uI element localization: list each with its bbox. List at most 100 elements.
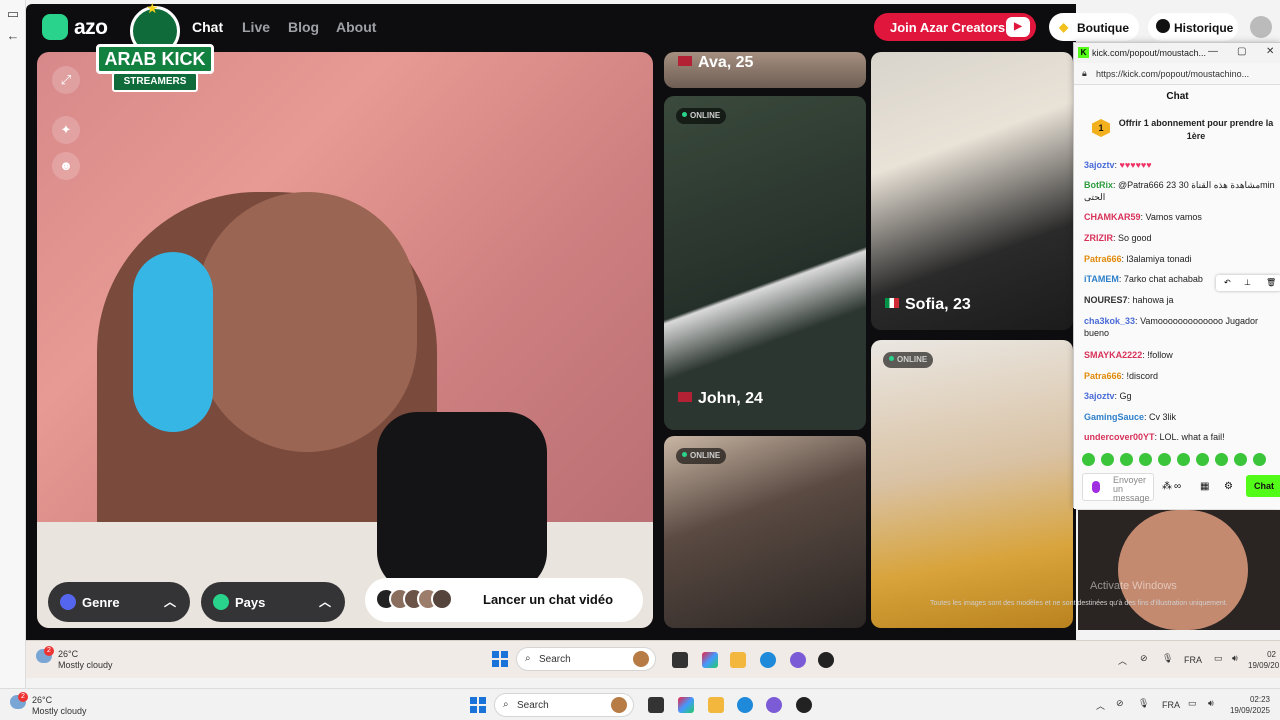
nav-blog[interactable]: Blog — [288, 19, 319, 35]
chat-message[interactable]: Patra666: l3alamiya tonadi — [1084, 253, 1276, 265]
chat-message[interactable]: SMAYKA2222: !follow — [1084, 349, 1276, 361]
chat-username[interactable]: NOURES7 — [1084, 295, 1128, 305]
chat-username[interactable]: iTAMEM — [1084, 274, 1119, 284]
chat-username[interactable]: 3ajoztv — [1084, 391, 1115, 401]
network-off-icon[interactable]: ⊘ — [1116, 698, 1124, 709]
emote-icon[interactable] — [1196, 453, 1209, 466]
network-off-icon[interactable]: ⊘ — [1140, 653, 1148, 664]
mic-icon[interactable] — [1092, 481, 1100, 493]
windows-start-icon[interactable] — [470, 697, 486, 713]
chat-username[interactable]: GamingSauce — [1084, 412, 1144, 422]
country-selector[interactable]: Pays ︿ — [201, 582, 345, 622]
volume-icon[interactable]: 🔊︎ — [1232, 653, 1238, 664]
chat-username[interactable]: ZRIZIR — [1084, 233, 1113, 243]
file-explorer-icon[interactable] — [708, 697, 724, 713]
chat-username[interactable]: 3ajoztv — [1084, 160, 1115, 170]
launch-video-chat-button[interactable]: Lancer un chat vidéo — [365, 578, 643, 622]
chat-message[interactable]: ZRIZIR: So good — [1084, 232, 1276, 244]
kick-address-bar[interactable]: 🔒︎ https://kick.com/popout/moustachino..… — [1074, 63, 1280, 85]
emote-icon[interactable] — [1253, 453, 1266, 466]
tray-chevron-icon[interactable]: ︿ — [1118, 654, 1127, 667]
user-avatar-icon[interactable] — [1250, 16, 1272, 38]
discord-icon[interactable] — [790, 652, 806, 668]
store-icon[interactable]: ▦ — [1200, 481, 1209, 492]
discord-icon[interactable] — [766, 697, 782, 713]
display-icon[interactable]: ▭ — [1188, 698, 1197, 709]
historique-button[interactable]: Historique — [1148, 13, 1238, 41]
chat-username[interactable]: Patra666 — [1084, 254, 1122, 264]
tab-icon[interactable]: ▭ — [5, 6, 21, 22]
share-icon[interactable]: ⁂ — [1162, 481, 1172, 492]
chat-message[interactable]: undercover00YT: LOL. what a fail! — [1084, 431, 1276, 443]
infinity-icon[interactable]: ∞ — [1174, 481, 1181, 492]
minimize-icon[interactable]: — — [1208, 46, 1218, 57]
emote-icon[interactable] — [1120, 453, 1133, 466]
genre-selector[interactable]: Genre ︿ — [48, 582, 190, 622]
chat-username[interactable]: SMAYKA2222 — [1084, 350, 1142, 360]
outer-search-box[interactable]: ⌕ Search — [494, 693, 634, 717]
mic-tray-icon[interactable]: 🎙︎ — [1138, 698, 1149, 709]
profile-card-sofia[interactable]: Sofia, 23 — [871, 52, 1073, 330]
resize-icon[interactable]: ⤢ — [52, 66, 80, 94]
reply-icon[interactable]: ↶ — [1224, 278, 1231, 287]
profile-card-john[interactable]: ONLINE John, 24 — [664, 96, 866, 430]
emote-icon[interactable] — [1139, 453, 1152, 466]
gear-icon[interactable]: ⚙︎ — [1224, 481, 1233, 492]
mic-tray-icon[interactable]: 🎙︎ — [1162, 653, 1173, 664]
tray-chevron-icon[interactable]: ︿ — [1096, 699, 1105, 712]
maximize-icon[interactable]: ▢ — [1237, 46, 1246, 57]
effects-icon[interactable]: ✦ — [52, 116, 80, 144]
face-filter-icon[interactable]: ☻ — [52, 152, 80, 180]
pin-icon[interactable]: ⊥ — [1244, 278, 1251, 287]
emote-icon[interactable] — [1177, 453, 1190, 466]
copilot-icon[interactable] — [678, 697, 694, 713]
profile-card-woman[interactable]: ONLINE — [871, 340, 1073, 628]
outer-clock[interactable]: 02:23 19/09/2025 — [1226, 694, 1270, 716]
inner-search-box[interactable]: ⌕ Search — [516, 647, 656, 671]
chat-message[interactable]: 3ajoztv: ♥♥♥♥♥♥ — [1084, 159, 1276, 171]
chat-send-button[interactable]: Chat — [1246, 475, 1280, 497]
emote-icon[interactable] — [1234, 453, 1247, 466]
language-indicator[interactable]: FRA — [1184, 655, 1202, 665]
chat-message[interactable]: GamingSauce: Cv 3lik — [1084, 411, 1276, 423]
task-view-icon[interactable] — [648, 697, 664, 713]
chat-message[interactable]: Patra666: !discord — [1084, 370, 1276, 382]
nav-live[interactable]: Live — [242, 19, 270, 35]
chat-message[interactable]: BotRix: @Patra666 23 مشاهدة هذه القناة 3… — [1084, 179, 1276, 203]
chat-username[interactable]: Patra666 — [1084, 371, 1122, 381]
profile-card-ava[interactable]: Ava, 25 — [664, 52, 866, 88]
language-indicator[interactable]: FRA — [1162, 700, 1180, 710]
emote-icon[interactable] — [1215, 453, 1228, 466]
task-view-icon[interactable] — [672, 652, 688, 668]
file-explorer-icon[interactable] — [730, 652, 746, 668]
chat-message[interactable]: 3ajoztv: Gg — [1084, 390, 1276, 402]
delete-icon[interactable]: 🗑︎ — [1266, 278, 1276, 287]
boutique-button[interactable]: ◆ Boutique — [1049, 13, 1139, 41]
volume-icon[interactable]: 🔊︎ — [1208, 698, 1214, 709]
azar-logo-icon[interactable] — [42, 14, 68, 40]
back-arrow-icon[interactable]: ← — [5, 28, 21, 44]
edge-icon[interactable] — [737, 697, 753, 713]
profile-card-man[interactable]: ONLINE — [664, 436, 866, 628]
obs-icon[interactable] — [796, 697, 812, 713]
display-icon[interactable]: ▭ — [1214, 653, 1223, 664]
edge-icon[interactable] — [760, 652, 776, 668]
chat-username[interactable]: undercover00YT — [1084, 432, 1155, 442]
copilot-icon[interactable] — [702, 652, 718, 668]
chat-username[interactable]: CHAMKAR59 — [1084, 212, 1141, 222]
inner-clock[interactable]: 02 19/09/20 — [1248, 649, 1279, 671]
chat-message[interactable]: CHAMKAR59: Vamos vamos — [1084, 211, 1276, 223]
emote-icon[interactable] — [1101, 453, 1114, 466]
chat-message[interactable]: cha3kok_33: Vamooooooooooooo Jugador bue… — [1084, 315, 1276, 339]
emote-icon[interactable] — [1082, 453, 1095, 466]
windows-start-icon[interactable] — [492, 651, 508, 667]
obs-icon[interactable] — [818, 652, 834, 668]
chat-message[interactable]: NOURES7: hahowa ja — [1084, 294, 1276, 306]
emote-icon[interactable] — [1158, 453, 1171, 466]
nav-about[interactable]: About — [336, 19, 376, 35]
join-creators-button[interactable]: Join Azar Creators ▶ — [874, 13, 1036, 41]
close-icon[interactable]: ✕ — [1266, 46, 1274, 57]
chat-username[interactable]: BotRix — [1084, 180, 1113, 190]
chat-username[interactable]: cha3kok_33 — [1084, 316, 1135, 326]
gift-sub-banner[interactable]: 1 Offrir 1 abonnement pour prendre la 1è… — [1084, 113, 1274, 149]
